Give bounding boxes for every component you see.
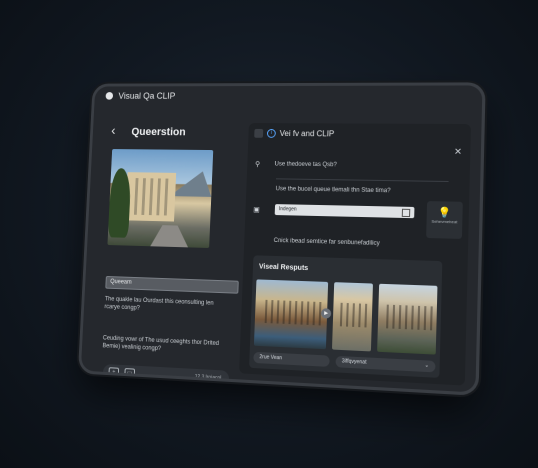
search-row[interactable]: ⚲ Use thedoeve tas Qsb?: [255, 160, 337, 169]
panel-title: Vei fv and CLIP: [279, 129, 335, 139]
box-icon: ▣: [253, 206, 260, 214]
query-label[interactable]: Queeam: [105, 275, 239, 294]
field-checkbox[interactable]: [401, 208, 411, 218]
divider: [276, 178, 449, 183]
visual-results: Viseal Resputs ▶ 2rue Vean 3iffqvyenat ⌄: [249, 255, 443, 378]
tablet-frame: Visual Qa CLIP 🔍 ‹ Queerstion Queeam The…: [80, 85, 483, 393]
checkbox[interactable]: [254, 128, 264, 138]
bulb-icon: 💡: [437, 207, 452, 220]
result-thumbnail[interactable]: [331, 282, 373, 352]
close-icon[interactable]: ✕: [454, 146, 462, 157]
stage: Visual Qa CLIP 🔍 ‹ Queerstion Queeam The…: [0, 0, 538, 468]
bulb-card[interactable]: 💡 Sehevmeheat: [426, 201, 463, 239]
text-field[interactable]: Indegen: [274, 204, 415, 219]
dropdown-label: 3iffqvyenat: [341, 358, 367, 366]
results-title: Viseal Resputs: [258, 263, 309, 273]
play-icon[interactable]: ▶: [320, 308, 332, 319]
building-shape: [125, 172, 177, 222]
question-row: Use the bucel queue tlemali thn Stae tim…: [276, 186, 391, 194]
image-icon[interactable]: ▭: [124, 367, 136, 380]
app-logo-icon: [105, 92, 114, 100]
row2-text: Use the bucel queue tlemali thn Stae tim…: [275, 186, 391, 195]
query-text: The quakle lau Ourdast this ceonsulting …: [104, 296, 214, 312]
add-icon[interactable]: +: [108, 366, 120, 379]
field-value: Indegen: [278, 206, 297, 213]
panel-header: i Vei fv and CLIP: [248, 128, 335, 139]
query-image: [107, 149, 214, 249]
chevron-down-icon: ⌄: [424, 362, 430, 369]
title-bar: Visual Qa CLIP: [94, 85, 482, 105]
result-thumbnail[interactable]: [253, 279, 329, 350]
road-shape: [150, 225, 189, 248]
hint-row: Cnick ibead semtice far senbunefadilicy: [274, 238, 380, 247]
tree-shape: [107, 168, 132, 238]
question-pane: ‹ Queerstion Queeam The quakle lau Ourda…: [90, 113, 243, 387]
result-dropdown[interactable]: 3iffqvyenat ⌄: [335, 355, 436, 373]
result-chip[interactable]: 2rue Vean: [253, 351, 330, 367]
info-icon: i: [266, 128, 276, 138]
footer-meta: 12 3 Irojacol: [194, 373, 222, 382]
bottom-toolbar: + ▭ 12 3 Irojacol: [102, 363, 230, 387]
page-title: Queerstion: [131, 126, 186, 139]
answer-text: Ceuding vowr of The usud ceeghts thor Dr…: [102, 335, 220, 353]
back-icon[interactable]: ‹: [111, 122, 116, 137]
clip-panel: i Vei fv and CLIP ✕ ⚲ Use thedoeve tas Q…: [239, 123, 472, 386]
row1-text: Use thedoeve tas Qsb?: [274, 161, 337, 169]
field-row: ▣: [253, 206, 273, 214]
result-thumbnail[interactable]: [377, 283, 438, 355]
app-title: Visual Qa CLIP: [118, 91, 176, 101]
search-icon: ⚲: [254, 161, 261, 169]
row3-text: Cnick ibead semtice far senbunefadilicy: [273, 237, 380, 247]
bulb-label: Sehevmeheat: [431, 218, 458, 225]
